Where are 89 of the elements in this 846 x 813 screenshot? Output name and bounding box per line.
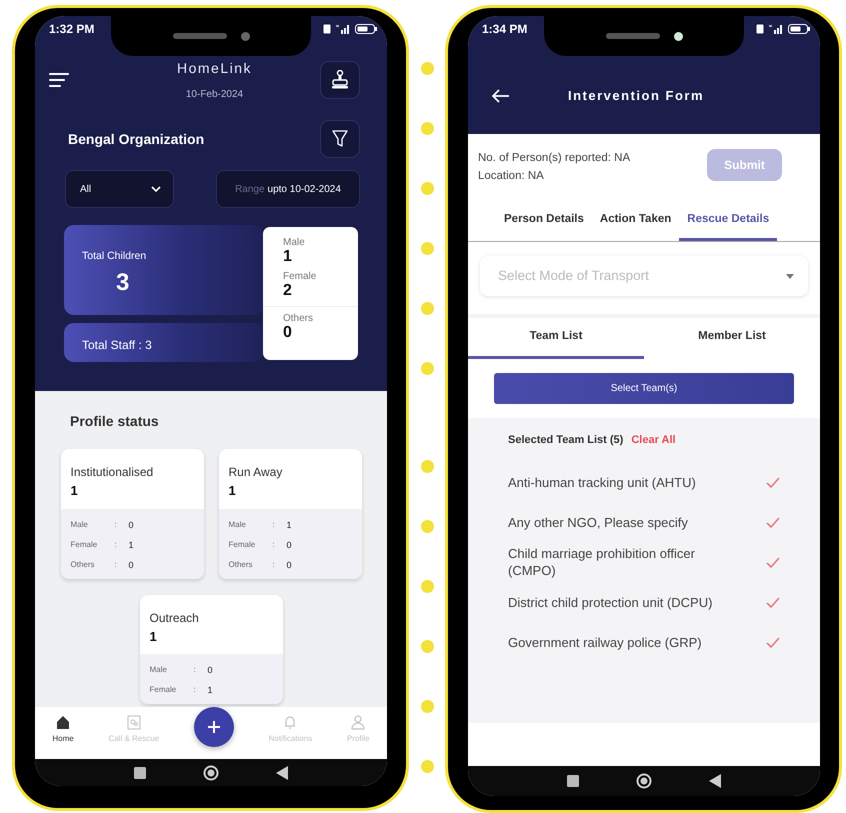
total-children-label: Total Children [82,249,148,264]
info-text: Location: NA [478,169,545,184]
category-select[interactable]: All [65,170,174,208]
stat-value: 0 [208,664,213,677]
stat-value: 1 [286,518,292,532]
stat-label: Others [70,558,96,570]
stat-value: 0 [128,558,134,572]
section-title: Profile status [69,412,160,431]
stamp-button[interactable] [320,61,360,99]
stamp-icon [331,70,349,90]
gender-label: Female [283,270,318,282]
nav-tab[interactable]: Home [52,715,74,745]
tab[interactable]: Person Details [496,203,592,242]
back-triangle-icon[interactable] [709,774,722,788]
tab[interactable]: Action Taken [592,203,680,242]
gender-label: Male [283,237,306,248]
status-title: Institutionalised [70,464,154,481]
back-arrow-icon[interactable] [492,88,510,103]
bell-icon [283,715,298,730]
document-icon [126,715,141,730]
list-heading: Selected Team List (5) [508,432,624,448]
date-range-field[interactable]: Range upto 10-02-2024 [216,170,360,208]
separator: : [194,664,197,676]
team-name: District child protection unit (DCPU) [508,594,714,610]
battery-icon [355,24,377,34]
status-title: Outreach [150,610,200,626]
team-name: Any other NGO, Please specify [508,514,689,530]
date-text: 10-Feb-2024 [186,88,244,102]
chevron-down-icon [151,186,161,192]
team-name: Anti-human tracking unit (AHTU) [508,474,697,490]
stat-label: Female [150,684,178,696]
stat-value: 0 [128,518,134,532]
stat-value: 0 [286,558,292,572]
gender-label: Others [283,313,314,324]
person-icon [351,715,366,730]
total-staff-card: Total Staff : 3 [64,323,263,362]
stat-label: Male [228,518,247,530]
separator: : [272,518,276,530]
circle-icon[interactable] [636,773,652,789]
separator: : [114,538,118,550]
signal-icon [768,24,784,34]
back-triangle-icon[interactable] [276,766,288,780]
tab[interactable]: Member List [644,318,820,358]
menu-icon[interactable] [49,73,69,87]
separator: : [194,684,197,696]
plus-icon [206,720,221,734]
team-name: Government railway police (GRP) [508,634,703,650]
stat-label: Female [228,538,256,550]
screen-title: Intervention Form [568,87,704,105]
square-icon[interactable] [566,775,579,787]
tab[interactable]: Rescue Details [679,203,778,242]
info-text: No. of Person(s) reported: NA [478,151,630,166]
team-name: Child marriage prohibition officer (CMPO) [508,545,696,579]
organization-name: Bengal Organization [68,130,204,149]
battery-icon [788,24,810,34]
separator: : [114,558,118,570]
status-count: 1 [228,482,237,500]
stat-value: 0 [286,538,292,552]
status-time: 1:34 PM [482,21,528,38]
circle-icon[interactable] [202,764,219,780]
status-title: Run Away [228,464,284,481]
separator: : [272,558,276,570]
tab[interactable]: Team List [468,318,644,358]
sim-icon [323,24,331,34]
stat-value: 1 [128,538,134,552]
caret-down-icon [786,274,794,279]
add-button[interactable] [194,707,234,747]
stat-value: 1 [208,684,213,697]
status-time: 1:32 PM [49,21,94,38]
status-count: 1 [150,628,158,646]
stat-label: Male [150,664,168,676]
gender-count: 1 [283,248,293,266]
square-icon[interactable] [134,766,146,778]
separator: : [272,538,276,550]
gender-count: 0 [283,324,293,342]
separator: : [114,518,118,530]
gender-count: 2 [283,282,293,300]
stat-label: Others [228,558,254,570]
home-icon [56,715,70,730]
total-children-value: 3 [116,268,130,298]
sim-icon [756,24,764,34]
stat-label: Male [70,518,89,530]
select-teams-button[interactable]: Select Team(s) [494,372,794,404]
filter-button[interactable] [320,120,360,158]
stat-label: Female [70,538,98,550]
status-count: 1 [70,482,79,500]
app-title: HomeLink [176,59,252,78]
signal-icon [335,24,351,34]
filter-icon [332,130,348,148]
